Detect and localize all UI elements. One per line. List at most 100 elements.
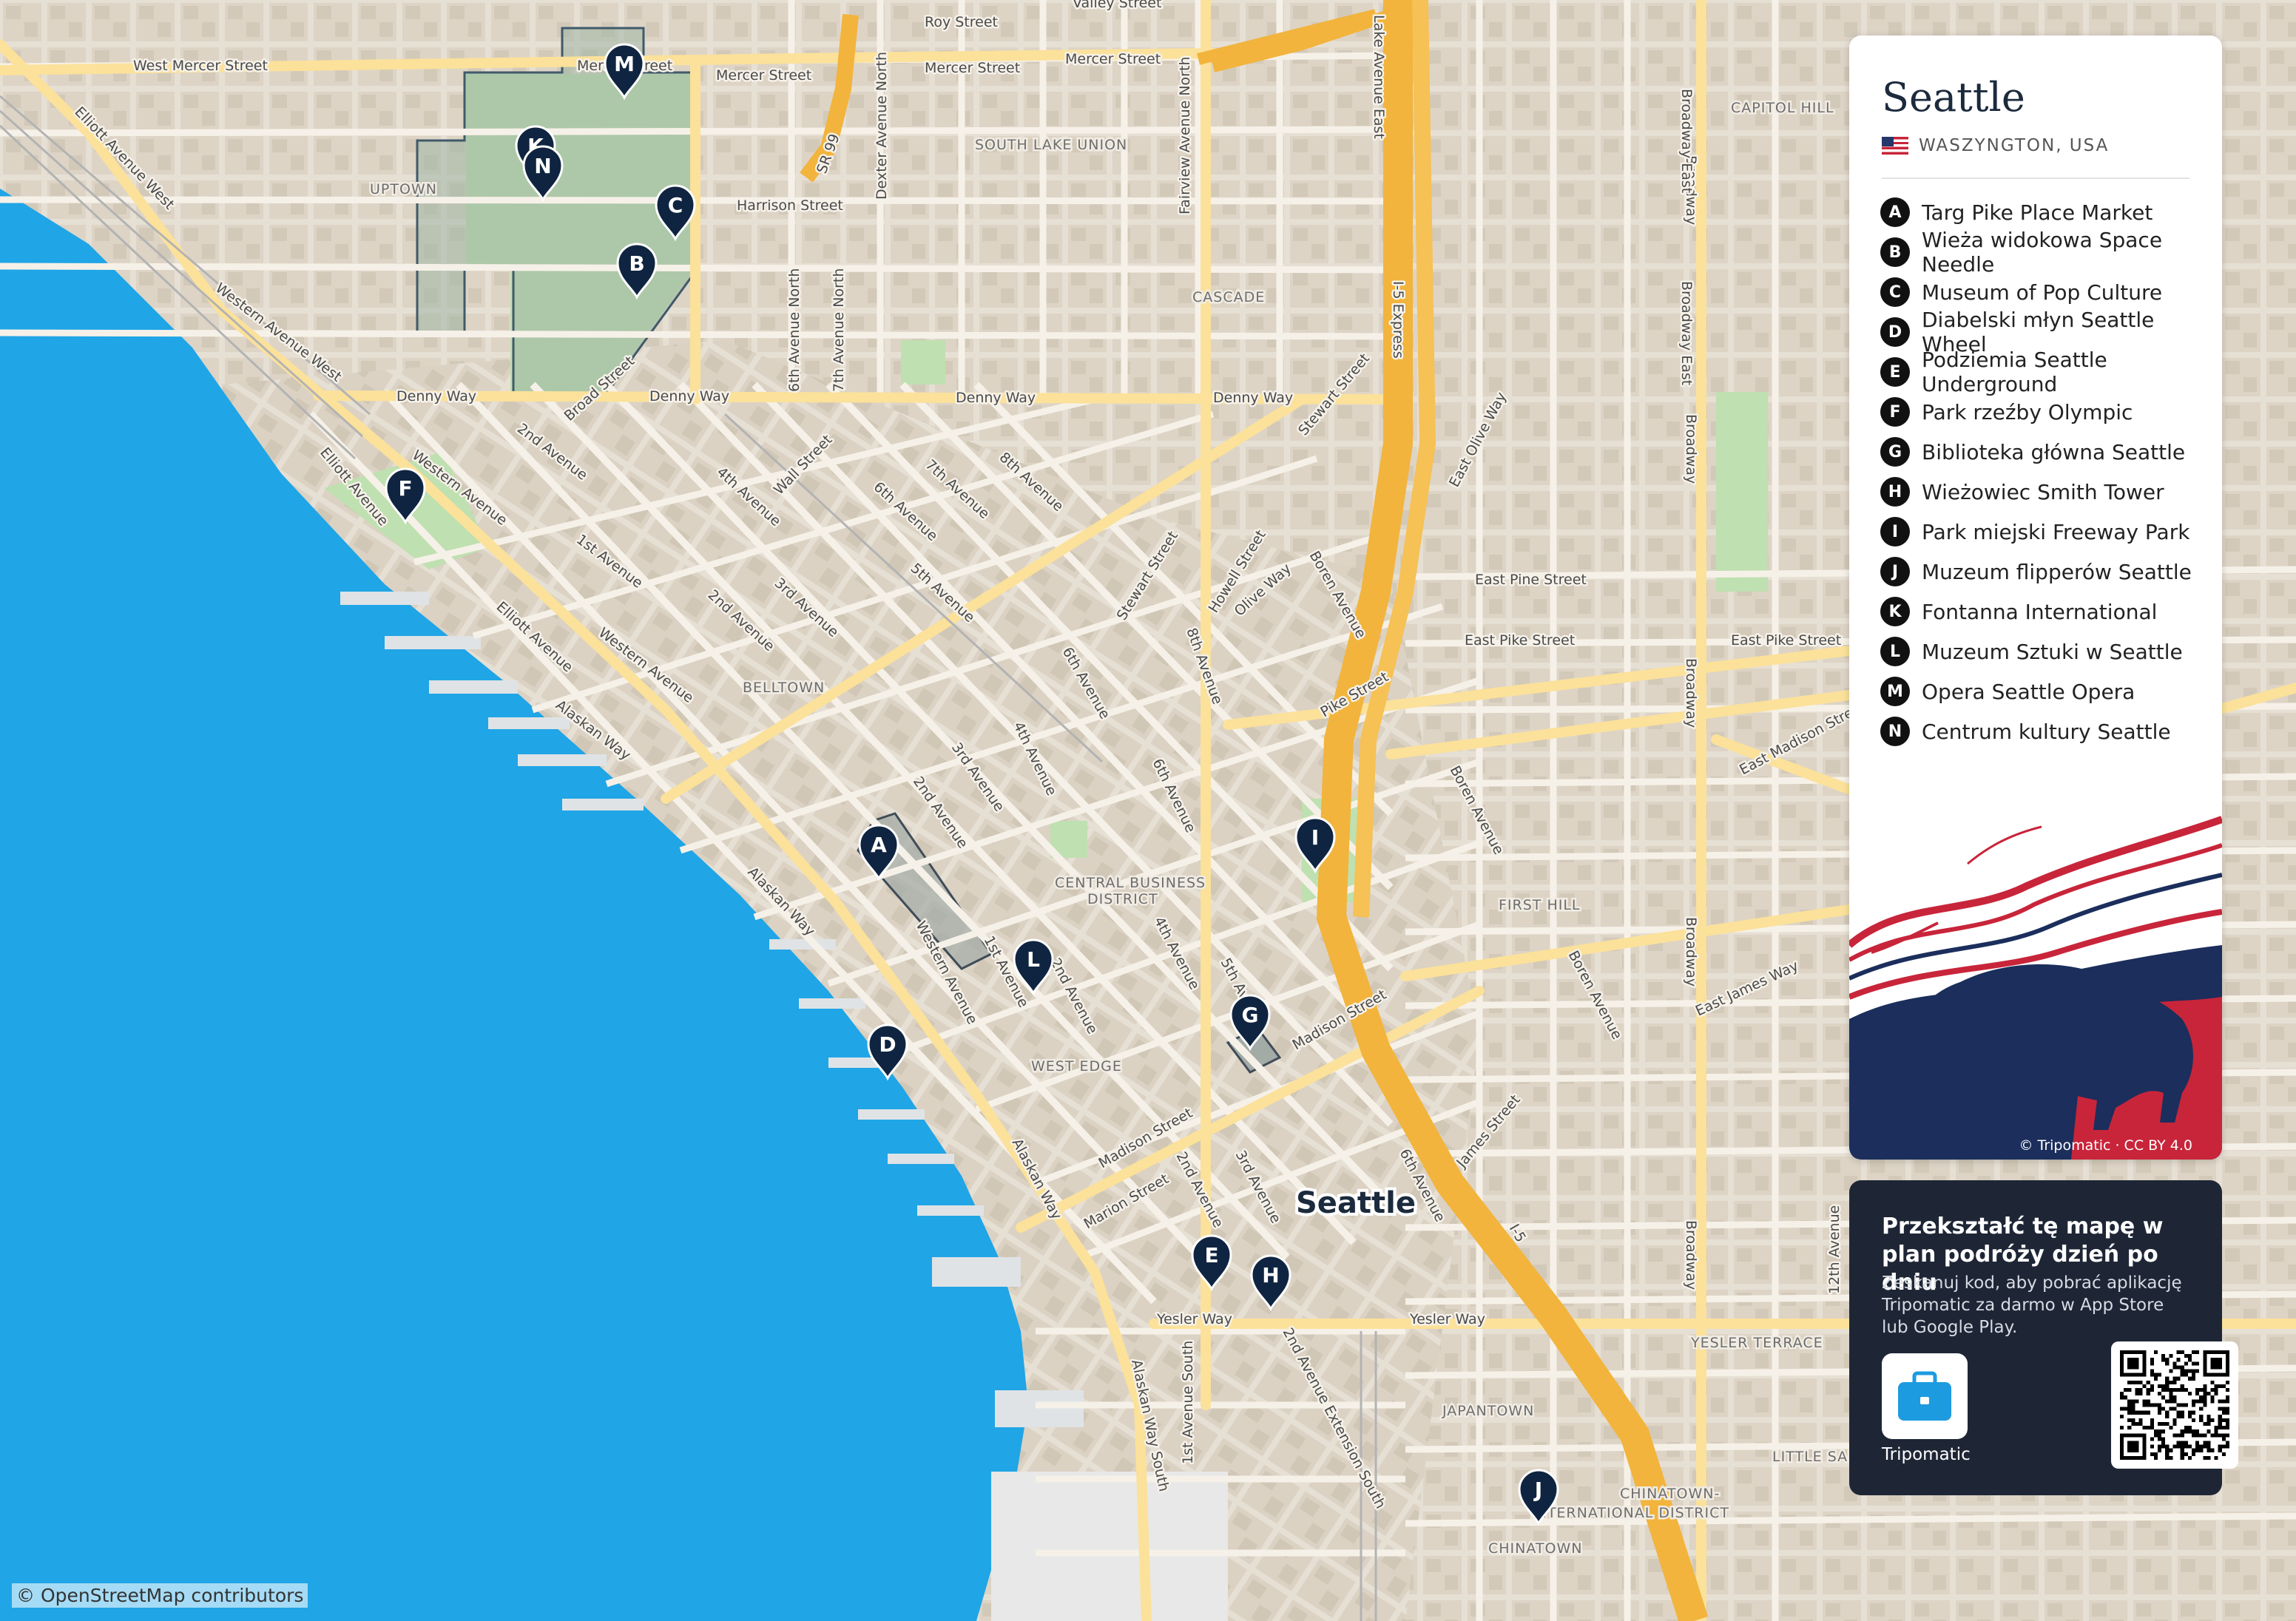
marker-letter: G xyxy=(1242,1003,1259,1027)
svg-text:I-5 Express: I-5 Express xyxy=(1390,281,1406,359)
legend-label: Wieżowiec Smith Tower xyxy=(1922,479,2164,504)
marker-letter: C xyxy=(668,193,683,217)
legend-item-m[interactable]: M Opera Seattle Opera xyxy=(1880,671,2222,711)
svg-text:DISTRICT: DISTRICT xyxy=(1087,891,1158,907)
legend-item-e[interactable]: E Podziemia Seattle Underground xyxy=(1880,348,2222,396)
legend-label: Park rzeźby Olympic xyxy=(1922,399,2133,424)
legend-badge: C xyxy=(1880,277,1910,307)
svg-text:Roy Street: Roy Street xyxy=(925,14,998,30)
suitcase-icon xyxy=(1898,1371,1951,1421)
panel-region: WASZYNGTON, USA xyxy=(1882,136,2109,155)
svg-text:6th Avenue North: 6th Avenue North xyxy=(786,268,803,392)
panel-divider xyxy=(1882,177,2189,179)
legend-badge: G xyxy=(1880,437,1910,467)
legend-badge: B xyxy=(1880,237,1910,267)
svg-text:YESLER TERRACE: YESLER TERRACE xyxy=(1690,1335,1823,1351)
osm-attribution[interactable]: © OpenStreetMap contributors xyxy=(12,1583,308,1608)
legend-panel: Seattle WASZYNGTON, USA A Targ Pike Place… xyxy=(1849,35,2222,1160)
legend-label: Centrum kultury Seattle xyxy=(1922,719,2171,744)
svg-text:Harrison Street: Harrison Street xyxy=(737,197,843,214)
legend-badge: I xyxy=(1880,517,1910,546)
tripomatic-app-button[interactable] xyxy=(1882,1353,1968,1439)
svg-text:Denny Way: Denny Way xyxy=(1213,390,1293,406)
svg-text:CHINATOWN-: CHINATOWN- xyxy=(1620,1486,1720,1502)
legend-label: Museum of Pop Culture xyxy=(1922,280,2163,305)
marker-letter: A xyxy=(871,833,887,857)
marker-letter: D xyxy=(879,1032,896,1057)
legend-item-b[interactable]: B Wieża widokowa Space Needle xyxy=(1880,228,2222,277)
legend-item-n[interactable]: N Centrum kultury Seattle xyxy=(1880,711,2222,751)
marker-letter: M xyxy=(614,52,635,76)
legend-item-a[interactable]: A Targ Pike Place Market xyxy=(1880,192,2222,232)
legend-label: Opera Seattle Opera xyxy=(1922,679,2135,704)
region-label: WASZYNGTON, USA xyxy=(1919,136,2110,155)
svg-text:West Mercer Street: West Mercer Street xyxy=(133,58,268,74)
svg-text:East Pike Street: East Pike Street xyxy=(1731,632,1841,649)
legend-item-l[interactable]: L Muzeum Sztuki w Seattle xyxy=(1880,632,2222,671)
legend-item-k[interactable]: K Fontanna International xyxy=(1880,592,2222,632)
svg-text:East Pine Street: East Pine Street xyxy=(1475,572,1587,588)
legend-badge: F xyxy=(1880,397,1910,427)
svg-text:12th Avenue: 12th Avenue xyxy=(1826,1205,1843,1294)
bison-illustration xyxy=(1849,790,2222,1160)
legend-label: Fontanna International xyxy=(1922,599,2158,624)
svg-text:East Pike Street: East Pike Street xyxy=(1465,632,1575,649)
svg-text:7th Avenue North: 7th Avenue North xyxy=(831,268,847,392)
legend-label: Muzeum flipperów Seattle xyxy=(1922,559,2192,584)
svg-text:INTERNATIONAL DISTRICT: INTERNATIONAL DISTRICT xyxy=(1531,1505,1729,1521)
legend-badge: D xyxy=(1880,317,1910,347)
legend-badge: M xyxy=(1880,677,1910,706)
legend-label: Biblioteka główna Seattle xyxy=(1922,439,2186,464)
legend-item-h[interactable]: H Wieżowiec Smith Tower xyxy=(1880,472,2222,512)
legend-label: Podziemia Seattle Underground xyxy=(1922,348,2107,396)
legend-item-j[interactable]: J Muzeum flipperów Seattle xyxy=(1880,552,2222,592)
marker-letter: H xyxy=(1262,1263,1279,1287)
legend-item-i[interactable]: I Park miejski Freeway Park xyxy=(1880,512,2222,552)
svg-text:Mercer Street: Mercer Street xyxy=(925,60,1020,76)
legend-badge: N xyxy=(1880,717,1910,746)
legend-badge: H xyxy=(1880,477,1910,507)
svg-text:CAPITOL HILL: CAPITOL HILL xyxy=(1731,100,1834,116)
svg-text:Yesler Way: Yesler Way xyxy=(1409,1311,1485,1327)
promo-description: Zeskanuj kod, aby pobrać aplikację Tripo… xyxy=(1882,1273,2182,1337)
legend-item-f[interactable]: F Park rzeźby Olympic xyxy=(1880,392,2222,432)
legend-label: Park miejski Freeway Park xyxy=(1922,519,2190,544)
svg-text:Denny Way: Denny Way xyxy=(956,390,1036,406)
svg-text:WEST EDGE: WEST EDGE xyxy=(1031,1058,1122,1075)
legend-item-d[interactable]: D Diabelski młyn Seattle Wheel xyxy=(1880,308,2222,356)
us-flag-icon xyxy=(1882,137,1908,155)
svg-text:Broadway: Broadway xyxy=(1683,917,1699,987)
svg-text:JAPANTOWN: JAPANTOWN xyxy=(1442,1403,1534,1419)
svg-text:Broadway: Broadway xyxy=(1683,1220,1699,1290)
marker-letter: F xyxy=(398,476,412,501)
svg-text:Yesler Way: Yesler Way xyxy=(1156,1311,1232,1327)
svg-text:Valley Street: Valley Street xyxy=(1073,0,1161,11)
marker-letter: E xyxy=(1204,1243,1218,1268)
legend-label: Targ Pike Place Market xyxy=(1922,200,2153,225)
svg-text:Dexter Avenue North: Dexter Avenue North xyxy=(874,52,890,200)
svg-text:Broadway: Broadway xyxy=(1683,658,1699,728)
legend-badge: E xyxy=(1880,357,1910,387)
legend-list: A Targ Pike Place Market B Wieża widokowa S… xyxy=(1880,192,2222,751)
marker-letter: N xyxy=(534,154,551,178)
svg-text:Broadway East: Broadway East xyxy=(1678,281,1695,385)
svg-text:Mercer Street: Mercer Street xyxy=(1065,51,1161,67)
svg-text:SOUTH LAKE UNION: SOUTH LAKE UNION xyxy=(975,137,1127,153)
svg-text:Fairview Avenue North: Fairview Avenue North xyxy=(1177,57,1193,214)
app-promo-card: Przekształć tę mapę w plan podróży dzień… xyxy=(1849,1180,2238,1495)
legend-label: Wieża widokowa Space Needle xyxy=(1922,228,2163,277)
marker-letter: B xyxy=(629,251,644,276)
legend-item-g[interactable]: G Biblioteka główna Seattle xyxy=(1880,432,2222,472)
marker-letter: J xyxy=(1533,1478,1542,1502)
panel-title: Seattle xyxy=(1882,74,2025,121)
svg-text:BELLTOWN: BELLTOWN xyxy=(743,680,825,696)
qr-code-icon[interactable] xyxy=(2111,1341,2238,1469)
marker-letter: I xyxy=(1311,825,1319,850)
legend-label: Muzeum Sztuki w Seattle xyxy=(1922,639,2183,664)
svg-text:Denny Way: Denny Way xyxy=(649,388,729,405)
legend-item-c[interactable]: C Museum of Pop Culture xyxy=(1880,272,2222,312)
marker-letter: L xyxy=(1027,947,1040,972)
legend-badge: K xyxy=(1880,597,1910,626)
art-attribution: © Tripomatic · CC BY 4.0 xyxy=(2019,1137,2192,1154)
legend-badge: L xyxy=(1880,637,1910,666)
